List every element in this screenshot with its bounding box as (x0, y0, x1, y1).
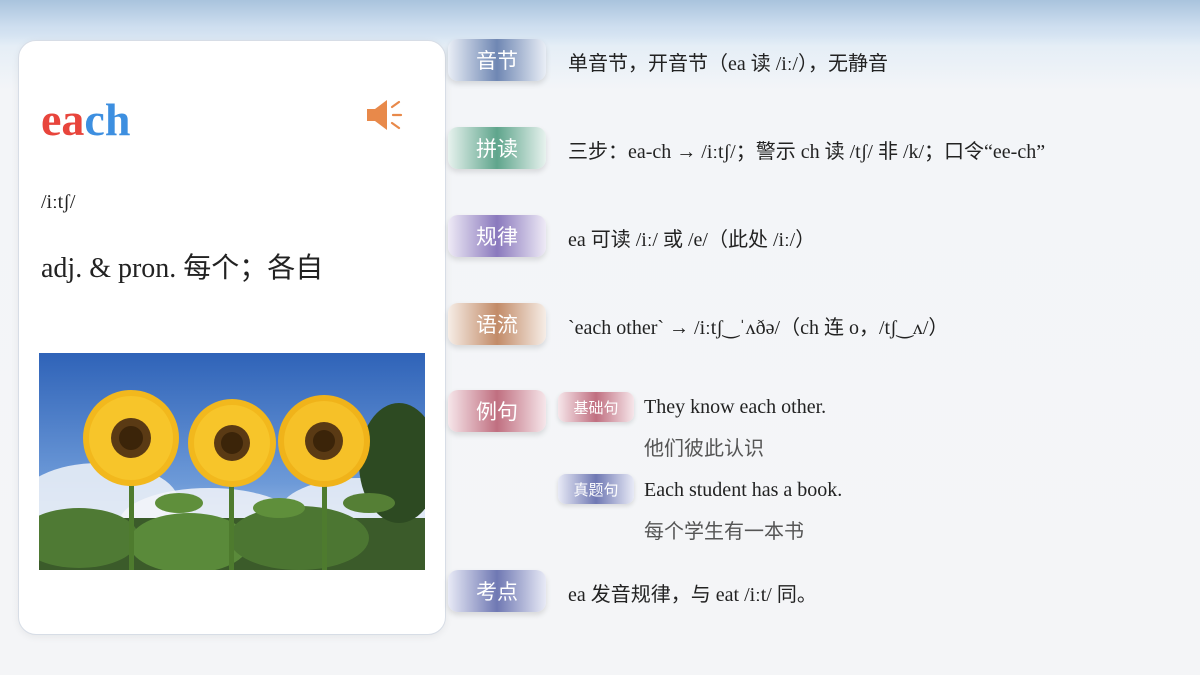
example-zh-2: 每个学生有一本书 (644, 521, 804, 543)
example-en-2: Each student has a book. (644, 479, 843, 501)
rule-text: ea 可读 /iː/ 或 /e/（此处 /iː/） (568, 229, 816, 251)
phonetic: /iːtʃ/ (41, 191, 76, 213)
tag-rule: 规律 (448, 215, 546, 257)
example-tag-exam: 真题句 (558, 474, 634, 504)
speaker-icon[interactable] (365, 97, 405, 133)
tag-syllable: 音节 (448, 39, 546, 81)
tag-spelling: 拼读 (448, 127, 546, 169)
definition: adj. & pron. 每个；各自 (41, 253, 324, 284)
tag-examples: 例句 (448, 390, 546, 432)
word-title-part1: ea (41, 94, 85, 145)
exam-point-text: ea 发音规律，与 eat /iːt/ 同。 (568, 584, 817, 606)
example-en-1: They know each other. (644, 396, 827, 418)
tag-exam-point: 考点 (448, 570, 546, 612)
word-title-part2: ch (84, 94, 131, 145)
syllable-text: 单音节，开音节（ea 读 /iː/），无静音 (568, 53, 888, 75)
spelling-text: 三步：ea-ch → /iːtʃ/；警示 ch 读 /tʃ/ 非 /k/；口令“… (568, 141, 1046, 163)
sunflower-image (39, 353, 425, 570)
word-title: each (41, 93, 130, 146)
example-zh-1: 他们彼此认识 (644, 438, 764, 460)
connected-speech-text: `each other` → /iːtʃ‿ˈʌðə/（ch 连 o，/tʃ‿ʌ/… (568, 317, 949, 339)
example-tag-basic: 基础句 (558, 392, 634, 422)
tag-connected-speech: 语流 (448, 303, 546, 345)
word-card: each /iːtʃ/ adj. & pron. 每个；各自 (18, 40, 446, 635)
